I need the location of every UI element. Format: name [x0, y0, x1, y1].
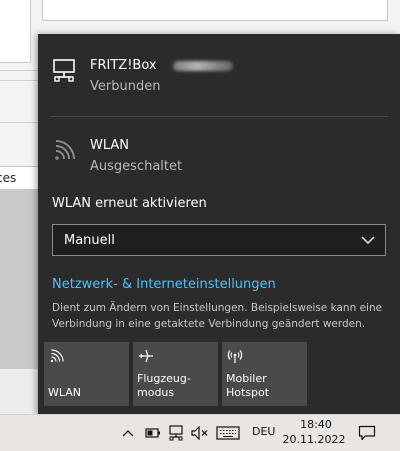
network-settings-link[interactable]: Netzwerk- & Interneteinstellungen	[52, 277, 276, 292]
airplane-mode-tile[interactable]: Flugzeug- modus	[133, 342, 218, 406]
ethernet-icon	[169, 425, 183, 441]
background-tab-label: ces	[0, 171, 17, 185]
chevron-down-icon	[361, 236, 375, 244]
connection-name: WLAN	[90, 138, 130, 153]
mobile-hotspot-tile[interactable]: Mobiler Hotspot	[222, 342, 307, 406]
background-footer	[0, 369, 38, 414]
connection-status: Verbunden	[90, 79, 161, 94]
input-language-indicator[interactable]: DEU	[252, 425, 275, 438]
divider	[50, 116, 388, 117]
connection-item-wlan[interactable]: WLAN Ausgeschaltet	[50, 134, 390, 184]
ethernet-icon	[53, 59, 75, 82]
notifications-button[interactable]	[356, 423, 378, 443]
background-divider	[0, 70, 38, 71]
connection-name: FRITZ!Box	[90, 58, 157, 73]
redacted-network-suffix	[173, 61, 233, 71]
background-divider	[0, 122, 38, 123]
taskbar: DEU 18:40 20.11.2022	[0, 414, 400, 451]
background-panel	[42, 0, 388, 21]
wifi-toggle-tile[interactable]: WLAN	[44, 342, 129, 406]
speaker-muted-icon	[191, 426, 208, 440]
background-content-area	[0, 189, 38, 369]
hotspot-icon	[227, 350, 243, 363]
network-flyout: FRITZ!Box Verbunden WLAN Ausgeschaltet W…	[38, 34, 400, 414]
network-tray-button[interactable]	[167, 423, 187, 443]
tile-label: WLAN	[48, 386, 82, 399]
clock-date[interactable]: 20.11.2022	[280, 433, 348, 446]
background-divider	[0, 80, 38, 81]
wifi-off-icon	[55, 140, 75, 160]
keyboard-icon	[216, 426, 240, 440]
touch-keyboard-button[interactable]	[215, 423, 241, 443]
chevron-up-icon	[122, 430, 134, 437]
clock-time[interactable]: 18:40	[290, 418, 342, 431]
notification-icon	[358, 425, 376, 441]
battery-tray-button[interactable]	[144, 423, 162, 443]
dropdown-value: Manuell	[64, 233, 115, 248]
volume-tray-button[interactable]	[190, 423, 210, 443]
reenable-wifi-dropdown[interactable]: Manuell	[52, 224, 386, 256]
tile-label: Mobiler Hotspot	[226, 372, 270, 399]
wifi-icon	[50, 349, 64, 363]
battery-icon	[145, 428, 160, 438]
background-tab[interactable]: ces	[0, 166, 38, 190]
show-hidden-icons-button[interactable]	[120, 423, 136, 443]
connection-status: Ausgeschaltet	[90, 159, 183, 174]
airplane-icon	[139, 349, 153, 363]
background-pane	[0, 0, 31, 63]
settings-description: Dient zum Ändern von Einstellungen. Beis…	[52, 302, 383, 330]
tile-label: Flugzeug- modus	[137, 372, 191, 399]
reenable-wifi-label: WLAN erneut aktivieren	[52, 196, 207, 211]
connection-item-fritzbox[interactable]: FRITZ!Box Verbunden	[50, 54, 390, 104]
